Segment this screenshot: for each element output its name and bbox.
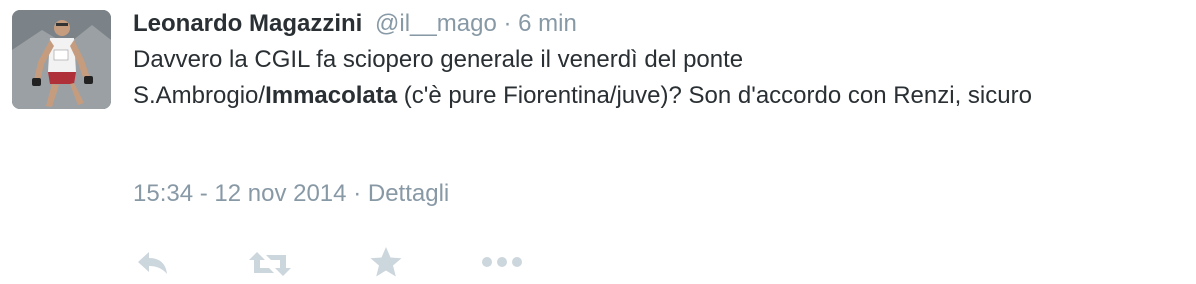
author-fullname[interactable]: Leonardo Magazzini bbox=[133, 10, 362, 37]
author-username[interactable]: @il__mago bbox=[375, 10, 497, 37]
tweet: Leonardo Magazzini @il__mago · 6 min Dav… bbox=[133, 8, 1186, 277]
tweet-text-bold: Immacolata bbox=[265, 82, 398, 109]
tweet-text: Davvero la CGIL fa sciopero generale il … bbox=[133, 42, 1163, 114]
retweet-icon[interactable] bbox=[248, 249, 292, 279]
star-icon[interactable] bbox=[369, 245, 403, 279]
tweet-text-before-bold: S.Ambrogio/ bbox=[133, 82, 266, 109]
tweet-text-after-bold: (c'è pure Fiorentina/juve)? Son d'accord… bbox=[397, 82, 1032, 109]
tweet-header: Leonardo Magazzini @il__mago · 6 min bbox=[133, 8, 1186, 40]
more-icon[interactable] bbox=[481, 256, 523, 268]
tweet-text-line1: Davvero la CGIL fa sciopero generale il … bbox=[133, 46, 744, 73]
details-link[interactable]: Dettagli bbox=[368, 180, 449, 207]
meta-separator: · bbox=[353, 180, 362, 207]
reply-icon[interactable] bbox=[136, 249, 170, 277]
header-separator: · bbox=[503, 10, 512, 37]
avatar[interactable] bbox=[12, 10, 111, 109]
tweet-time-ago[interactable]: 6 min bbox=[518, 10, 577, 37]
tweet-timestamp[interactable]: 15:34 - 12 nov 2014 bbox=[133, 180, 347, 207]
tweet-meta: 15:34 - 12 nov 2014 · Dettagli bbox=[133, 180, 449, 208]
